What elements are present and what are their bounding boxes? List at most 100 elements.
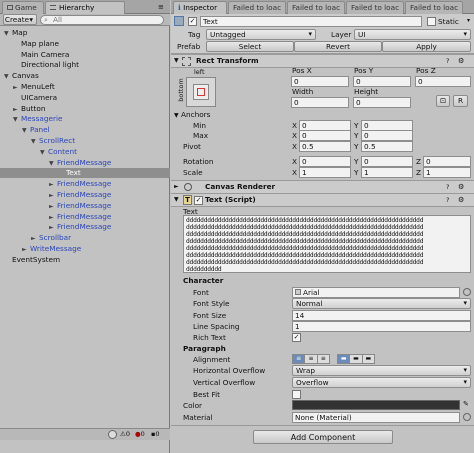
gear-icon[interactable]: ⚙ xyxy=(458,181,465,193)
posz-field[interactable]: 0 xyxy=(415,76,471,87)
tab-failed-1[interactable]: Failed to loac xyxy=(228,1,286,14)
width-field[interactable]: 0 xyxy=(291,97,349,108)
expanded-arrow-icon[interactable]: ▼ xyxy=(4,29,12,39)
prefab-revert-button[interactable]: Revert xyxy=(294,41,382,52)
help-icon[interactable]: ? xyxy=(446,55,449,67)
gear-icon[interactable]: ⚙ xyxy=(458,55,465,67)
tab-failed-4[interactable]: Failed to loac xyxy=(405,1,463,14)
collapsed-arrow-icon[interactable]: ► xyxy=(49,180,57,190)
anchors-label[interactable]: ▼ Anchors xyxy=(174,110,210,119)
posy-field[interactable]: 0 xyxy=(353,76,411,87)
collapsed-arrow-icon[interactable]: ► xyxy=(13,83,21,93)
material-picker-icon[interactable] xyxy=(463,413,471,421)
hierarchy-item[interactable]: ▼ Canvas xyxy=(0,71,170,81)
hierarchy-item[interactable]: ▼ ScrollRect xyxy=(0,136,170,146)
collapsed-arrow-icon[interactable]: ► xyxy=(49,202,57,212)
color-swatch[interactable] xyxy=(292,400,460,410)
text-enabled-checkbox[interactable]: ✓ xyxy=(194,196,203,205)
scale-y-field[interactable]: 1 xyxy=(361,167,413,178)
scale-x-field[interactable]: 1 xyxy=(299,167,351,178)
static-checkbox[interactable] xyxy=(427,17,436,26)
align-left-icon[interactable]: ≡ xyxy=(293,355,306,363)
hierarchy-item[interactable]: ► Scrollbar xyxy=(0,233,170,243)
max-x-field[interactable]: 0 xyxy=(299,130,351,141)
font-size-field[interactable]: 14 xyxy=(292,310,471,321)
active-checkbox[interactable]: ✓ xyxy=(188,17,197,26)
hierarchy-item[interactable]: ▼ Map xyxy=(0,28,170,38)
hierarchy-item[interactable]: Directional light xyxy=(0,60,170,70)
canvas-renderer-header[interactable]: ► Canvas Renderer ? ⚙ xyxy=(171,180,474,194)
align-bottom-icon[interactable]: ▬ xyxy=(362,355,374,363)
line-spacing-field[interactable]: 1 xyxy=(292,321,471,332)
v-overflow-dropdown[interactable]: Overflow xyxy=(292,377,471,388)
collapsed-arrow-icon[interactable]: ► xyxy=(13,105,21,115)
hierarchy-item[interactable]: EventSystem xyxy=(0,255,170,265)
hierarchy-item[interactable]: ▼ Content xyxy=(0,147,170,157)
expanded-arrow-icon[interactable]: ▼ xyxy=(4,72,12,82)
collapsed-arrow-icon[interactable]: ► xyxy=(22,245,30,255)
h-overflow-dropdown[interactable]: Wrap xyxy=(292,365,471,376)
hierarchy-item[interactable]: ► FriendMessage xyxy=(0,222,170,232)
expanded-arrow-icon[interactable]: ▼ xyxy=(13,115,21,125)
height-field[interactable]: 0 xyxy=(353,97,411,108)
tab-inspector[interactable]: ℹ Inspector xyxy=(173,1,227,15)
scale-z-field[interactable]: 1 xyxy=(423,167,471,178)
prefab-apply-button[interactable]: Apply xyxy=(382,41,471,52)
hierarchy-item[interactable]: UICamera xyxy=(0,93,170,103)
add-component-button[interactable]: Add Component xyxy=(253,430,393,444)
tab-failed-3[interactable]: Failed to loac xyxy=(346,1,404,14)
help-icon[interactable]: ? xyxy=(446,181,449,193)
text-content-area[interactable]: dddddddddddddddddddddddddddddddddddddddd… xyxy=(183,215,471,273)
rich-text-checkbox[interactable]: ✓ xyxy=(292,333,301,342)
hierarchy-item[interactable]: ► FriendMessage xyxy=(0,190,170,200)
object-name-field[interactable]: Text xyxy=(200,16,422,27)
hierarchy-item[interactable]: ► FriendMessage xyxy=(0,179,170,189)
rot-x-field[interactable]: 0 xyxy=(299,156,351,167)
best-fit-checkbox[interactable] xyxy=(292,390,301,399)
text-script-header[interactable]: ▼ T ✓ Text (Script) ? ⚙ xyxy=(171,193,474,207)
tab-hierarchy[interactable]: Hierarchy xyxy=(45,1,125,15)
max-y-field[interactable]: 0 xyxy=(361,130,413,141)
expanded-arrow-icon[interactable]: ▼ xyxy=(22,126,30,136)
posx-field[interactable]: 0 xyxy=(291,76,349,87)
hierarchy-item[interactable]: ► MenuLeft xyxy=(0,82,170,92)
hierarchy-item[interactable]: ► WriteMessage xyxy=(0,244,170,254)
search-input[interactable]: ⌕ All xyxy=(40,15,164,25)
expanded-arrow-icon[interactable]: ▼ xyxy=(49,159,57,169)
font-picker-icon[interactable] xyxy=(463,288,471,296)
align-center-icon[interactable]: ≡ xyxy=(305,355,318,363)
tab-game[interactable]: Game xyxy=(2,1,44,14)
align-right-icon[interactable]: ≡ xyxy=(317,355,329,363)
hierarchy-item[interactable]: ▼ Messagerie xyxy=(0,114,170,124)
help-icon[interactable]: ? xyxy=(446,194,449,206)
hierarchy-item[interactable]: Map plane xyxy=(0,39,170,49)
pivot-y-field[interactable]: 0.5 xyxy=(361,141,413,152)
create-button[interactable]: Create ▾ xyxy=(3,14,37,25)
tag-dropdown[interactable]: Untagged xyxy=(206,29,316,40)
prefab-select-button[interactable]: Select xyxy=(206,41,294,52)
hierarchy-item[interactable]: Text xyxy=(0,168,170,179)
hierarchy-item[interactable]: ► FriendMessage xyxy=(0,201,170,211)
layer-dropdown[interactable]: UI xyxy=(354,29,471,40)
blueprint-mode-button[interactable]: ⊡ xyxy=(436,95,450,107)
collapsed-arrow-icon[interactable]: ► xyxy=(31,234,39,244)
gear-icon[interactable]: ⚙ xyxy=(458,194,465,206)
hierarchy-item[interactable]: Main Camera xyxy=(0,50,170,60)
raw-edit-button[interactable]: R xyxy=(453,95,468,107)
expanded-arrow-icon[interactable]: ▼ xyxy=(31,137,39,147)
rot-y-field[interactable]: 0 xyxy=(361,156,413,167)
hierarchy-item[interactable]: ▼ FriendMessage xyxy=(0,158,170,168)
font-style-dropdown[interactable]: Normal xyxy=(292,298,471,309)
static-dropdown-icon[interactable]: ▾ xyxy=(467,17,470,24)
anchor-preset-button[interactable] xyxy=(186,77,216,107)
align-middle-icon[interactable]: ▬ xyxy=(350,355,363,363)
tab-failed-2[interactable]: Failed to loac xyxy=(287,1,345,14)
expanded-arrow-icon[interactable]: ▼ xyxy=(40,148,48,158)
hierarchy-item[interactable]: ► FriendMessage xyxy=(0,212,170,222)
rot-z-field[interactable]: 0 xyxy=(423,156,471,167)
material-field[interactable]: None (Material) xyxy=(292,412,460,423)
eyedropper-icon[interactable]: ✎ xyxy=(463,400,469,408)
collapsed-arrow-icon[interactable]: ► xyxy=(49,191,57,201)
pivot-x-field[interactable]: 0.5 xyxy=(299,141,351,152)
hierarchy-item[interactable]: ▼ Panel xyxy=(0,125,170,135)
